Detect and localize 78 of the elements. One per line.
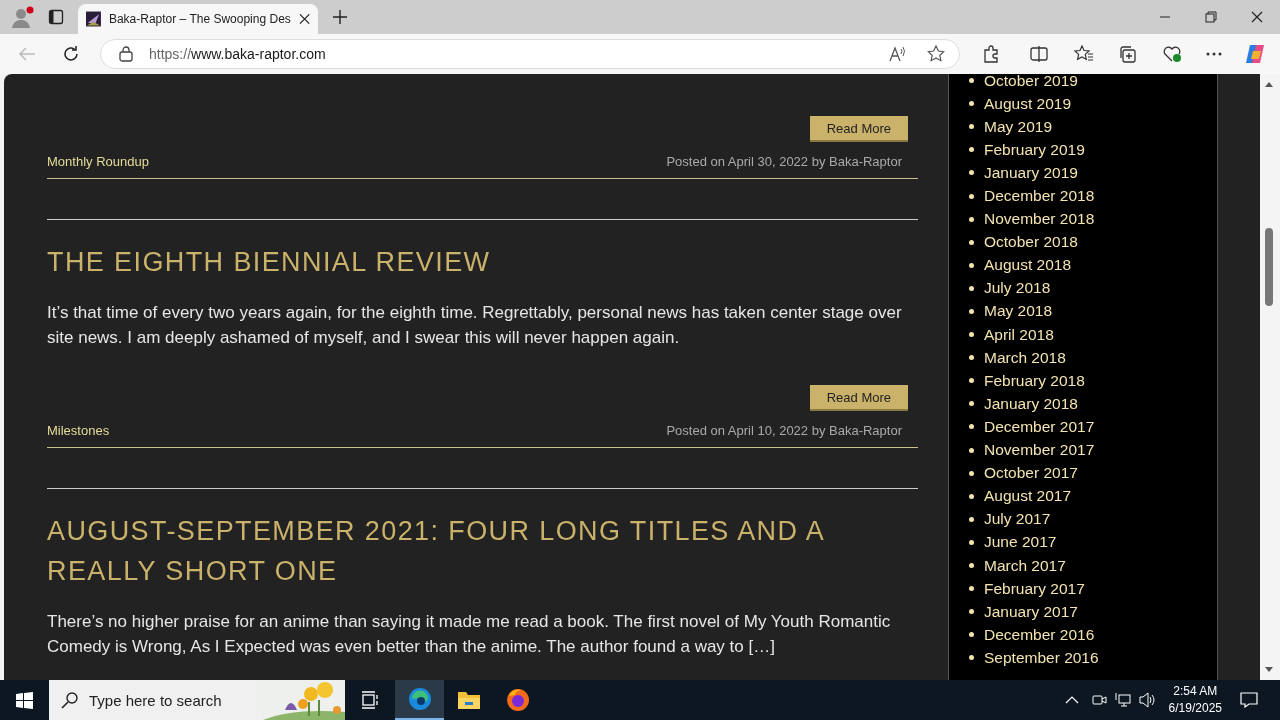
archive-link[interactable]: January 2019 — [984, 163, 1078, 182]
archive-link[interactable]: August 2018 — [984, 256, 1072, 275]
clock-date: 6/19/2025 — [1168, 700, 1222, 717]
archive-link[interactable]: April 2018 — [984, 325, 1054, 344]
address-bar[interactable]: https://www.baka-raptor.com — [100, 39, 960, 69]
archive-link[interactable]: July 2017 — [984, 510, 1051, 529]
category-link[interactable]: Monthly Roundup — [47, 154, 149, 169]
search-field[interactable]: Type here to search — [87, 690, 261, 710]
close-tab-icon[interactable] — [298, 13, 310, 25]
favorite-star-icon[interactable] — [927, 45, 945, 63]
post-title[interactable]: THE EIGHTH BIENNIAL REVIEW — [47, 242, 918, 282]
post-excerpt: There’s no higher praise for an anime than saying it made me read a book. The first novel of My Youth Romantic Comedy is Wrong, As I Expected was even better than the anime. The author found a way to […] — [47, 611, 892, 658]
edge-taskbar-button[interactable] — [395, 680, 444, 720]
refresh-icon[interactable] — [62, 45, 80, 63]
archive-link[interactable]: February 2017 — [984, 579, 1085, 598]
close-icon[interactable] — [1251, 11, 1263, 23]
archive-link[interactable]: May 2018 — [984, 302, 1053, 321]
read-aloud-icon[interactable] — [889, 46, 907, 62]
tab-actions-icon[interactable] — [48, 9, 64, 25]
archive-link[interactable]: October 2017 — [984, 464, 1078, 483]
scroll-down-icon[interactable] — [1264, 666, 1274, 674]
archive-link[interactable]: January 2017 — [984, 602, 1078, 621]
site-favicon — [86, 11, 101, 27]
profile-icon[interactable] — [10, 5, 34, 29]
archive-link[interactable]: October 2018 — [984, 233, 1078, 252]
archive-link[interactable]: December 2016 — [984, 625, 1095, 644]
archive-link[interactable]: November 2017 — [984, 441, 1095, 460]
archive-link[interactable]: December 2017 — [984, 417, 1095, 436]
archive-link[interactable]: February 2019 — [984, 140, 1085, 159]
archive-link[interactable]: September 2016 — [984, 648, 1099, 667]
new-tab-icon[interactable] — [332, 9, 348, 25]
tab-title: Baka-Raptor – The Swooping Des — [108, 12, 291, 26]
copilot-icon[interactable] — [1244, 43, 1266, 65]
collections-icon[interactable] — [1118, 45, 1136, 63]
post-meta: Posted on April 30, 2022 by Baka-Raptor — [666, 154, 902, 169]
archive-link[interactable]: October 2019 — [984, 74, 1078, 90]
firefox-icon — [505, 688, 530, 712]
scrollbar-thumb[interactable] — [1265, 228, 1273, 306]
network-icon[interactable] — [1114, 692, 1131, 708]
notification-icon[interactable] — [1240, 692, 1258, 708]
archive-link[interactable]: March 2018 — [984, 348, 1066, 367]
post-title[interactable]: AUGUST-SEPTEMBER 2021: FOUR LONG TITLES AND A REALLY SHORT ONE — [47, 511, 918, 591]
archive-link[interactable]: August 2019 — [984, 94, 1072, 113]
volume-icon[interactable] — [1138, 692, 1157, 708]
search-icon — [61, 691, 79, 709]
folder-icon — [456, 690, 481, 710]
post-meta: Posted on April 10, 2022 by Baka-Raptor — [666, 423, 902, 438]
extensions-icon[interactable] — [982, 45, 1000, 63]
restore-icon[interactable] — [1205, 11, 1217, 23]
archive-link[interactable]: March 2017 — [984, 556, 1066, 575]
read-more-button[interactable]: Read More — [809, 116, 908, 142]
windows-start-icon[interactable] — [16, 691, 33, 709]
archive-link[interactable]: November 2018 — [984, 210, 1095, 229]
lock-icon — [119, 46, 133, 62]
archive-link[interactable]: June 2017 — [984, 533, 1057, 552]
taskbar-clock[interactable]: 2:54 AM 6/19/2025 — [1168, 683, 1222, 717]
edge-icon — [407, 687, 432, 711]
task-view-icon[interactable] — [361, 691, 379, 709]
clock-time: 2:54 AM — [1173, 683, 1218, 700]
url-text: https://www.baka-raptor.com — [149, 46, 326, 62]
category-link[interactable]: Milestones — [47, 423, 110, 438]
archive-link[interactable]: January 2018 — [984, 394, 1078, 413]
chevron-up-icon[interactable] — [1064, 696, 1079, 704]
archive-link[interactable]: February 2018 — [984, 371, 1085, 390]
archive-link[interactable]: August 2017 — [984, 487, 1072, 506]
post-excerpt: It’s that time of every two years again, for the eighth time. Regrettably, personal news has taken center stage over site news. I am deeply ashamed of myself, and I swear this will never happen again. — [47, 302, 903, 349]
favorites-icon[interactable] — [1074, 45, 1094, 63]
camera-icon[interactable] — [1090, 692, 1107, 708]
browser-tab[interactable]: Baka-Raptor – The Swooping Des — [78, 4, 318, 34]
archive-link[interactable]: May 2019 — [984, 117, 1053, 136]
taskbar-search-bar[interactable]: Type here to search — [49, 680, 345, 720]
scroll-up-icon[interactable] — [1264, 80, 1274, 88]
more-icon[interactable] — [1206, 52, 1222, 56]
read-more-button[interactable]: Read More — [809, 385, 908, 411]
browser-essentials-icon[interactable] — [1162, 45, 1182, 63]
archive-link[interactable]: December 2018 — [984, 187, 1095, 205]
archive-link[interactable]: July 2018 — [984, 279, 1051, 298]
split-screen-icon[interactable] — [1030, 45, 1048, 63]
